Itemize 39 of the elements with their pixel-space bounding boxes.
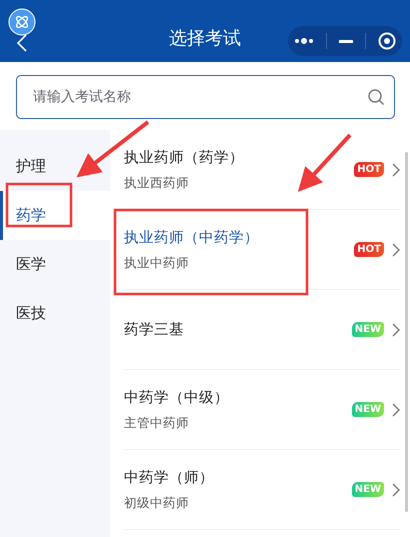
exam-title: 药学三基 xyxy=(124,321,185,339)
minimize-icon[interactable] xyxy=(339,40,353,42)
exam-row[interactable]: 执业药师（中药学） 执业中药师 HOT xyxy=(124,210,400,290)
exam-row[interactable]: 药学三基 NEW xyxy=(124,290,400,370)
exam-badge: HOT xyxy=(354,242,384,257)
chevron-right-icon xyxy=(392,242,400,256)
exam-title: 中药学（中级） xyxy=(124,388,230,406)
annotation-frame xyxy=(6,182,72,228)
exam-subtitle: 主管中药师 xyxy=(124,414,190,432)
exam-badge: NEW xyxy=(352,482,384,497)
exam-title: 执业药师（药学） xyxy=(124,148,245,166)
capsule-menu[interactable] xyxy=(288,26,402,56)
exam-badge: NEW xyxy=(352,402,384,417)
chevron-right-icon xyxy=(392,162,400,176)
chevron-right-icon xyxy=(392,402,400,416)
page-title: 选择考试 xyxy=(169,27,241,51)
exam-title: 中药学（师） xyxy=(124,468,215,486)
exam-badge: HOT xyxy=(354,162,384,177)
exam-row[interactable]: 执业药师（药学） 执业西药师 HOT xyxy=(124,130,400,210)
exam-title: 执业药师（中药学） xyxy=(124,228,260,246)
atom-icon[interactable] xyxy=(8,8,36,36)
record-icon[interactable] xyxy=(378,32,396,50)
category-tab[interactable]: 药学 xyxy=(0,191,110,240)
category-tab[interactable]: 医技 xyxy=(0,289,110,338)
exam-row[interactable]: 中药学（师） 初级中药师 NEW xyxy=(124,450,400,530)
category-tab[interactable]: 医学 xyxy=(0,240,110,289)
category-tab[interactable]: 护理 xyxy=(0,142,110,191)
more-icon[interactable] xyxy=(294,38,314,44)
exam-subtitle: 初级中药师 xyxy=(124,494,190,512)
search-field[interactable]: 请输入考试名称 xyxy=(16,75,395,119)
back-icon[interactable] xyxy=(16,34,28,52)
annotation-arrow xyxy=(298,134,352,192)
exam-row[interactable]: 中药学（中级） 主管中药师 NEW xyxy=(124,370,400,450)
exam-subtitle: 执业中药师 xyxy=(124,254,190,272)
chevron-right-icon xyxy=(392,322,400,336)
search-icon[interactable] xyxy=(367,88,385,106)
exam-badge: NEW xyxy=(352,322,384,337)
chevron-right-icon xyxy=(392,482,400,496)
exam-subtitle: 执业西药师 xyxy=(124,174,190,192)
